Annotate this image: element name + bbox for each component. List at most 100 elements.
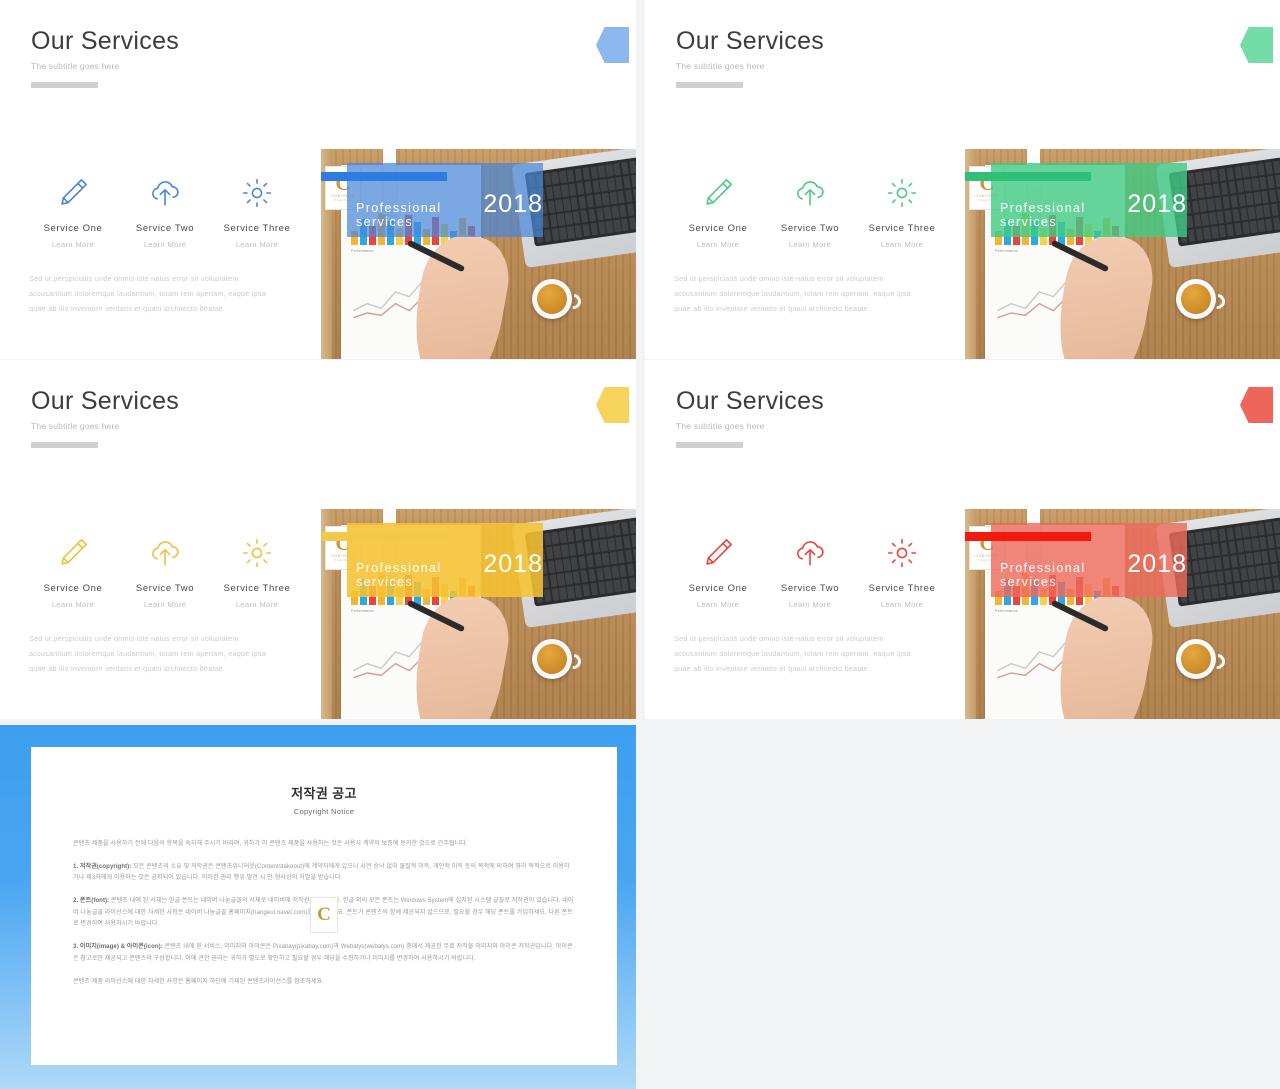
cloud-upload-icon [764, 532, 856, 574]
copyright-heading-en: Copyright Notice [293, 807, 355, 816]
banner-accent-bar [321, 532, 447, 541]
slide-deck-canvas: Our Services The subtitle goes here Servic… [0, 0, 1280, 1089]
banner-accent-bar [321, 172, 447, 181]
page-subtitle: The subtitle goes here [676, 421, 765, 432]
body-copy: Sed ut perspiciatis unde omnis iste natu… [674, 632, 946, 676]
service-item-2[interactable]: Service Two Learn More [764, 532, 856, 609]
service-item-2[interactable]: Service Two Learn More [119, 532, 211, 609]
title-underline [676, 442, 743, 449]
pencil-icon [672, 172, 764, 214]
banner-year: 2018 [1127, 190, 1187, 218]
banner-label: Professional services [1000, 201, 1086, 229]
services-row: Service One Learn More Service Two Learn Mo… [27, 172, 303, 249]
copyright-item-text: 모든 콘텐츠의 소유 및 저작권은 콘텐츠위니어웃(Contentstakeou… [73, 862, 570, 882]
body-line: Sed ut perspiciatis unde omnis iste natu… [29, 634, 239, 643]
service-item-3[interactable]: Service Three Learn More [211, 532, 303, 609]
copyright-item-label: 3. 이미지(image) & 아이콘(icon): [73, 943, 163, 951]
desk-photo: Performance C CONTENTS PowerPoint Profession… [965, 509, 1280, 719]
gear-icon [856, 172, 948, 214]
body-line: accusantium doloremque laudantium, totam… [674, 648, 911, 658]
page-subtitle: The subtitle goes here [31, 421, 120, 432]
learn-more-link[interactable]: Learn More [856, 240, 948, 249]
learn-more-link[interactable]: Learn More [119, 240, 211, 249]
service-name: Service Three [868, 583, 936, 594]
copyright-item: 1. 저작권(copyright): 모든 콘텐츠의 소유 및 저작권은 콘텐츠… [73, 861, 575, 884]
service-name: Service Two [780, 583, 840, 594]
body-line: quae ab illo inventore veritatis et quas… [674, 663, 869, 673]
service-name: Service Three [868, 223, 936, 234]
service-item-3[interactable]: Service Three Learn More [856, 172, 948, 249]
body-line: quae ab illo inventore veritatis et quas… [29, 663, 224, 673]
copyright-card: 저작권 공고 Copyright Notice 콘텐츠 제품을 사용하기 전에 … [31, 747, 617, 1065]
banner-accent-bar [965, 172, 1091, 181]
copyright-item: 3. 이미지(image) & 아이콘(icon): 콘텐츠 내에 된 서비스,… [73, 941, 575, 964]
gear-icon [211, 532, 303, 574]
slide-header: Our Services The subtitle goes here [676, 388, 824, 449]
corner-arrow-icon[interactable] [1240, 27, 1273, 63]
copyright-heading-ko: 저작권 공고 [291, 786, 357, 801]
body-line: accusantium doloremque laudantium, totam… [674, 288, 911, 298]
slide-header: Our Services The subtitle goes here [676, 27, 825, 89]
slide-copyright[interactable]: 저작권 공고 Copyright Notice 콘텐츠 제품을 사용하기 전에 … [0, 725, 636, 1089]
page-title: Our Services [676, 27, 825, 55]
body-line: Sed ut perspiciatis unde omnis iste natu… [29, 274, 239, 283]
banner-year: 2018 [1127, 550, 1187, 578]
learn-more-link[interactable]: Learn More [856, 600, 948, 609]
body-line: Sed ut perspiciatis unde omnis iste natu… [674, 634, 884, 643]
chart-caption: Performance [351, 609, 374, 613]
learn-more-link[interactable]: Learn More [672, 240, 764, 249]
service-item-1[interactable]: Service One Learn More [672, 532, 764, 609]
pencil-icon [27, 172, 119, 214]
cloud-upload-icon [119, 532, 211, 574]
services-row: Service One Learn More Service Two Learn Mo… [672, 532, 948, 609]
banner-label: Professional services [356, 561, 442, 589]
learn-more-link[interactable]: Learn More [211, 240, 303, 249]
learn-more-link[interactable]: Learn More [119, 600, 211, 609]
learn-more-link[interactable]: Learn More [764, 240, 856, 249]
desk-photo: Performance C CONTENTS PowerPoint Profession… [321, 509, 636, 719]
service-item-1[interactable]: Service One Learn More [672, 172, 764, 249]
learn-more-link[interactable]: Learn More [672, 600, 764, 609]
learn-more-link[interactable]: Learn More [27, 240, 119, 249]
slide-red[interactable]: Our Services The subtitle goes here Servic… [645, 360, 1280, 719]
copyright-frame: 저작권 공고 Copyright Notice 콘텐츠 제품을 사용하기 전에 … [0, 725, 636, 1089]
slide-yellow[interactable]: Our Services The subtitle goes here Servic… [0, 360, 636, 719]
watermark-letter-icon: C [317, 904, 331, 925]
body-line: quae ab illo inventore veritatis et quas… [29, 303, 224, 313]
pencil-icon [672, 532, 764, 574]
service-item-1[interactable]: Service One Learn More [27, 172, 119, 249]
copyright-intro: 콘텐츠 제품을 사용하기 전에 다음의 항목을 숙지해 주시기 바라며, 귀하가… [73, 840, 468, 847]
copyright-footer: 콘텐츠 제품 라이선스에 대한 자세한 사항은 홈페이지 하단에 기재된 콘텐츠… [73, 977, 325, 985]
slide-green[interactable]: Our Services The subtitle goes here Servic… [645, 0, 1280, 359]
service-name: Service Three [223, 223, 291, 234]
service-item-2[interactable]: Service Two Learn More [119, 172, 211, 249]
banner-year: 2018 [483, 550, 543, 578]
learn-more-link[interactable]: Learn More [27, 600, 119, 609]
copyright-item-label: 2. 폰트(font): [73, 897, 110, 905]
learn-more-link[interactable]: Learn More [764, 600, 856, 609]
service-item-2[interactable]: Service Two Learn More [764, 172, 856, 249]
body-line: accusantium doloremque laudantium, totam… [29, 648, 266, 658]
banner-label: Professional services [1000, 561, 1086, 589]
corner-arrow-icon[interactable] [1240, 387, 1273, 423]
banner-label: Professional services [356, 201, 442, 229]
body-copy: Sed ut perspiciatis unde omnis iste natu… [29, 272, 301, 316]
pencil-icon [27, 532, 119, 574]
chart-caption: Performance [351, 249, 374, 253]
corner-arrow-icon[interactable] [596, 27, 629, 63]
slide-blue[interactable]: Our Services The subtitle goes here Servic… [0, 0, 636, 359]
service-item-1[interactable]: Service One Learn More [27, 532, 119, 609]
cloud-upload-icon [764, 172, 856, 214]
watermark-logo: C [310, 897, 338, 933]
desk-photo: Performance C CONTENTS PowerPoint Profession… [321, 149, 636, 359]
services-row: Service One Learn More Service Two Learn Mo… [672, 172, 948, 249]
cloud-upload-icon [119, 172, 211, 214]
chart-caption: Performance [995, 249, 1018, 253]
banner-year: 2018 [483, 190, 543, 218]
gear-icon [856, 532, 948, 574]
learn-more-link[interactable]: Learn More [211, 600, 303, 609]
service-item-3[interactable]: Service Three Learn More [856, 532, 948, 609]
service-item-3[interactable]: Service Three Learn More [211, 172, 303, 249]
corner-arrow-icon[interactable] [596, 387, 629, 423]
service-name: Service One [688, 583, 748, 594]
